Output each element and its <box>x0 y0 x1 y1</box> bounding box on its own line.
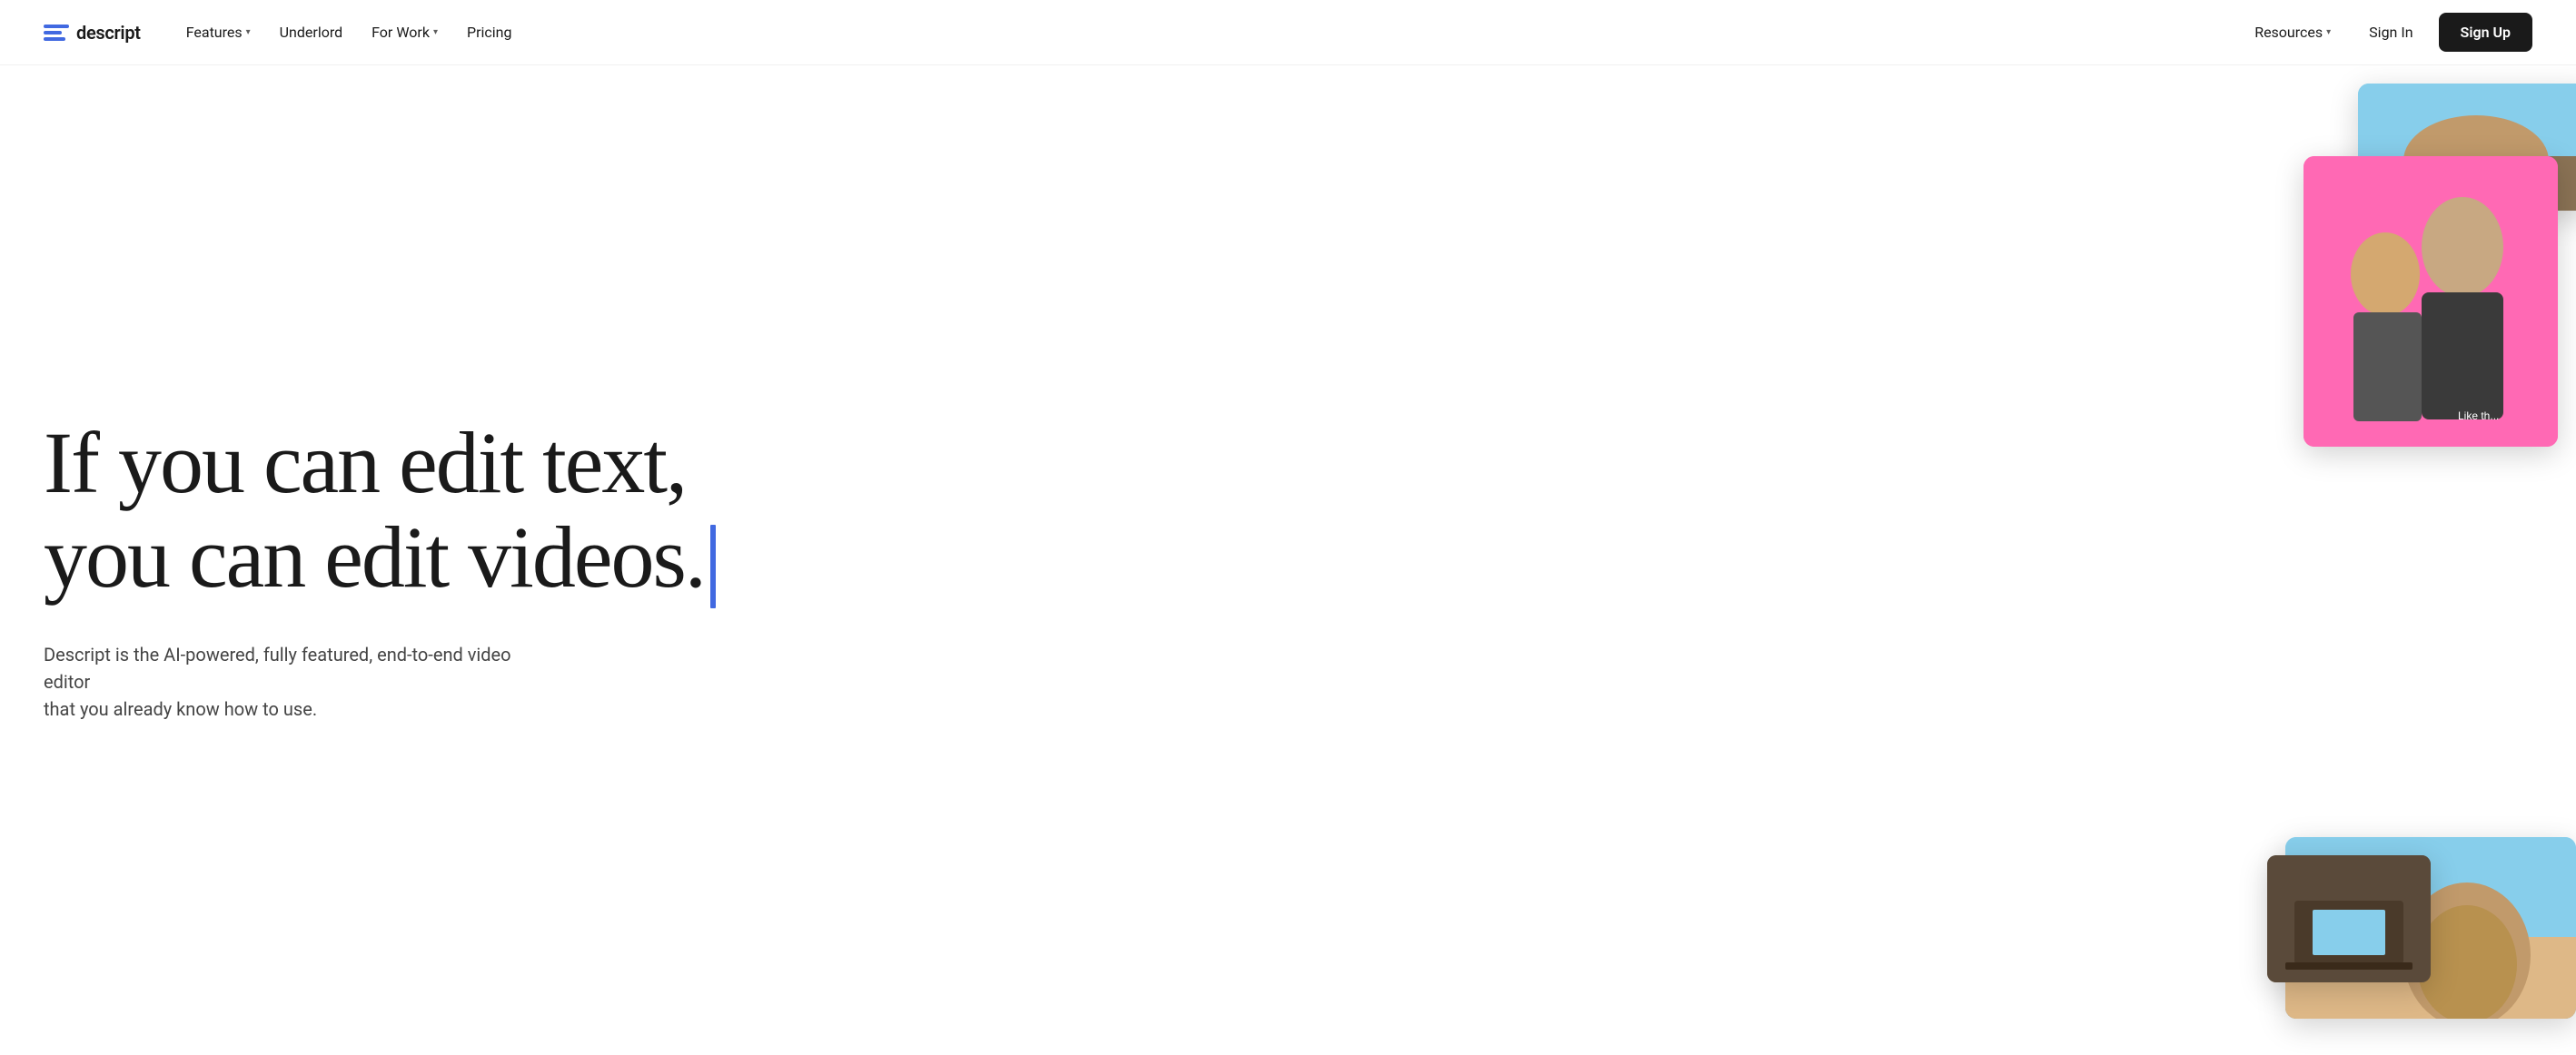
hero-image-card-3 <box>2285 837 2576 1019</box>
sign-in-link[interactable]: Sign In <box>2351 16 2431 48</box>
resources-chevron-icon: ▾ <box>2326 27 2331 37</box>
for-work-chevron-icon: ▾ <box>433 27 438 37</box>
text-cursor-icon <box>710 525 716 608</box>
sign-up-label: Sign Up <box>2461 24 2511 41</box>
main-nav: descript Features ▾ Underlord For Work ▾… <box>0 0 2576 65</box>
underlord-label: Underlord <box>280 24 342 41</box>
hero-headline: If you can edit text, you can edit video… <box>44 416 1502 608</box>
logo-text: descript <box>76 22 141 44</box>
hero-image-card-1 <box>2358 84 2576 211</box>
hero-image-card-4 <box>2267 855 2431 982</box>
subtitle-line2: that you already know how to use. <box>44 698 317 720</box>
nav-resources[interactable]: Resources ▾ <box>2242 16 2343 48</box>
nav-links: Features ▾ Underlord For Work ▾ Pricing <box>173 16 525 48</box>
hero-section: If you can edit text, you can edit video… <box>0 65 2576 1055</box>
svg-text:Like th...: Like th... <box>2458 409 2499 422</box>
subtitle-line1: Descript is the AI-powered, fully featur… <box>44 644 511 693</box>
sign-up-button[interactable]: Sign Up <box>2439 13 2532 52</box>
for-work-label: For Work <box>372 24 430 41</box>
nav-for-work[interactable]: For Work ▾ <box>359 16 451 48</box>
resources-label: Resources <box>2254 24 2323 41</box>
logo-icon <box>44 25 69 41</box>
hero-image-collage: Like th... <box>2213 65 2576 1055</box>
nav-pricing[interactable]: Pricing <box>454 16 525 48</box>
headline-line1: If you can edit text, <box>44 414 686 511</box>
nav-left: descript Features ▾ Underlord For Work ▾… <box>44 16 524 48</box>
features-chevron-icon: ▾ <box>246 27 251 37</box>
hero-subtitle: Descript is the AI-powered, fully featur… <box>44 641 516 723</box>
sign-in-label: Sign In <box>2369 24 2413 41</box>
nav-underlord[interactable]: Underlord <box>267 16 355 48</box>
hero-image-card-2: Like th... <box>2304 156 2558 447</box>
pricing-label: Pricing <box>467 24 512 41</box>
headline-line2: you can edit videos. <box>44 508 705 606</box>
features-label: Features <box>186 24 243 41</box>
hero-content: If you can edit text, you can edit video… <box>0 65 1546 1055</box>
nav-right: Resources ▾ Sign In Sign Up <box>2242 13 2532 52</box>
nav-features[interactable]: Features ▾ <box>173 16 263 48</box>
logo-link[interactable]: descript <box>44 22 141 44</box>
